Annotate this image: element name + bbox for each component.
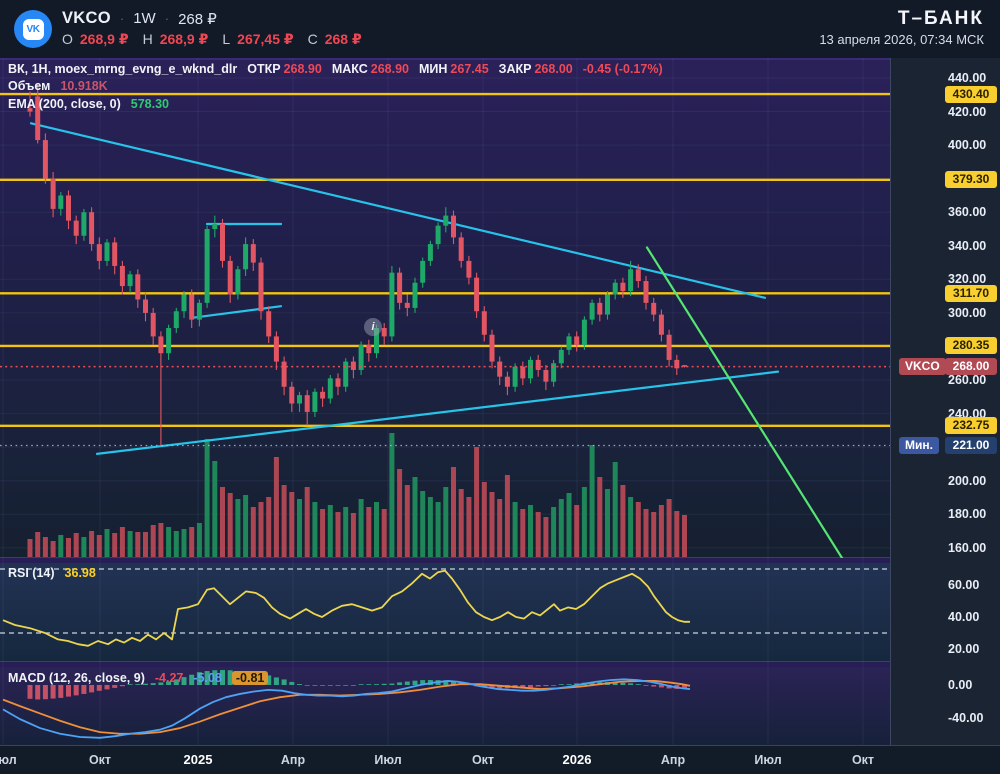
rsi-label: RSI (14): [8, 566, 55, 580]
macd-legend: MACD (12, 26, close, 9) -4.27 -5.08 -0.8…: [8, 671, 269, 685]
timestamp: 13 апреля 2026, 07:34 МСК: [819, 32, 984, 47]
interval[interactable]: 1W: [133, 10, 156, 27]
rsi-value: 36.98: [64, 566, 96, 580]
trading-terminal: VK VKCO · 1W · 268 ₽ O 268,9 ₽ H 268,9 ₽ L…: [0, 0, 1000, 774]
macd-label: MACD (12, 26, close, 9): [8, 671, 145, 685]
open-label: O: [62, 31, 73, 47]
rsi-legend: RSI (14) 36.98: [8, 566, 96, 580]
series-name: ВК, 1Н, moex_mrng_evng_e_wknd_dlr: [8, 62, 238, 76]
ema-value: 578.30: [130, 97, 170, 111]
zakr-value: 268.00: [534, 62, 573, 76]
series-legend: ВК, 1Н, moex_mrng_evng_e_wknd_dlr ОТКР 26…: [8, 62, 663, 76]
separator-dot: ·: [119, 11, 125, 26]
low-label: L: [222, 31, 231, 47]
vk-logo-icon: VK: [14, 10, 52, 48]
symbol: VKCO: [62, 9, 111, 27]
min-label: МИН: [418, 62, 448, 76]
vk-logo-glyph: VK: [22, 18, 44, 40]
ohlc-row: O 268,9 ₽ H 268,9 ₽ L 267,45 ₽ C 268 ₽: [62, 31, 362, 48]
volume-value: 10.918K: [60, 79, 108, 93]
instrument-title: VKCO · 1W · 268 ₽: [62, 9, 217, 28]
zakr-label: ЗАКР: [498, 62, 532, 76]
macd-hist-value: -4.27: [154, 671, 184, 685]
current-price: 268 ₽: [178, 10, 217, 28]
min-value: 267.45: [450, 62, 489, 76]
separator-dot: ·: [164, 11, 170, 26]
volume-legend: Объем 10.918K: [8, 79, 108, 93]
ema-legend: EMA (200, close, 0) 578.30: [8, 97, 169, 111]
change-value: -0.45 (-0.17%): [582, 62, 663, 76]
otkr-value: 268.90: [283, 62, 322, 76]
close-value: 268 ₽: [324, 31, 362, 47]
info-icon[interactable]: i: [364, 318, 382, 336]
maks-value: 268.90: [370, 62, 409, 76]
chart-canvas[interactable]: [0, 0, 1000, 774]
volume-label: Объем: [8, 79, 51, 93]
high-label: H: [142, 31, 153, 47]
open-value: 268,9 ₽: [79, 31, 129, 47]
maks-label: МАКС: [331, 62, 368, 76]
otkr-label: ОТКР: [247, 62, 281, 76]
header: VK VKCO · 1W · 268 ₽ O 268,9 ₽ H 268,9 ₽ L…: [0, 0, 1000, 58]
macd-line-value: -5.08: [193, 671, 222, 685]
ema-label: EMA (200, close, 0): [8, 97, 121, 111]
high-value: 268,9 ₽: [159, 31, 209, 47]
tbank-logo: Т–БАНК: [897, 8, 984, 29]
close-label: C: [307, 31, 318, 47]
low-value: 267,45 ₽: [237, 31, 294, 47]
macd-signal-value: -0.81: [231, 671, 269, 685]
